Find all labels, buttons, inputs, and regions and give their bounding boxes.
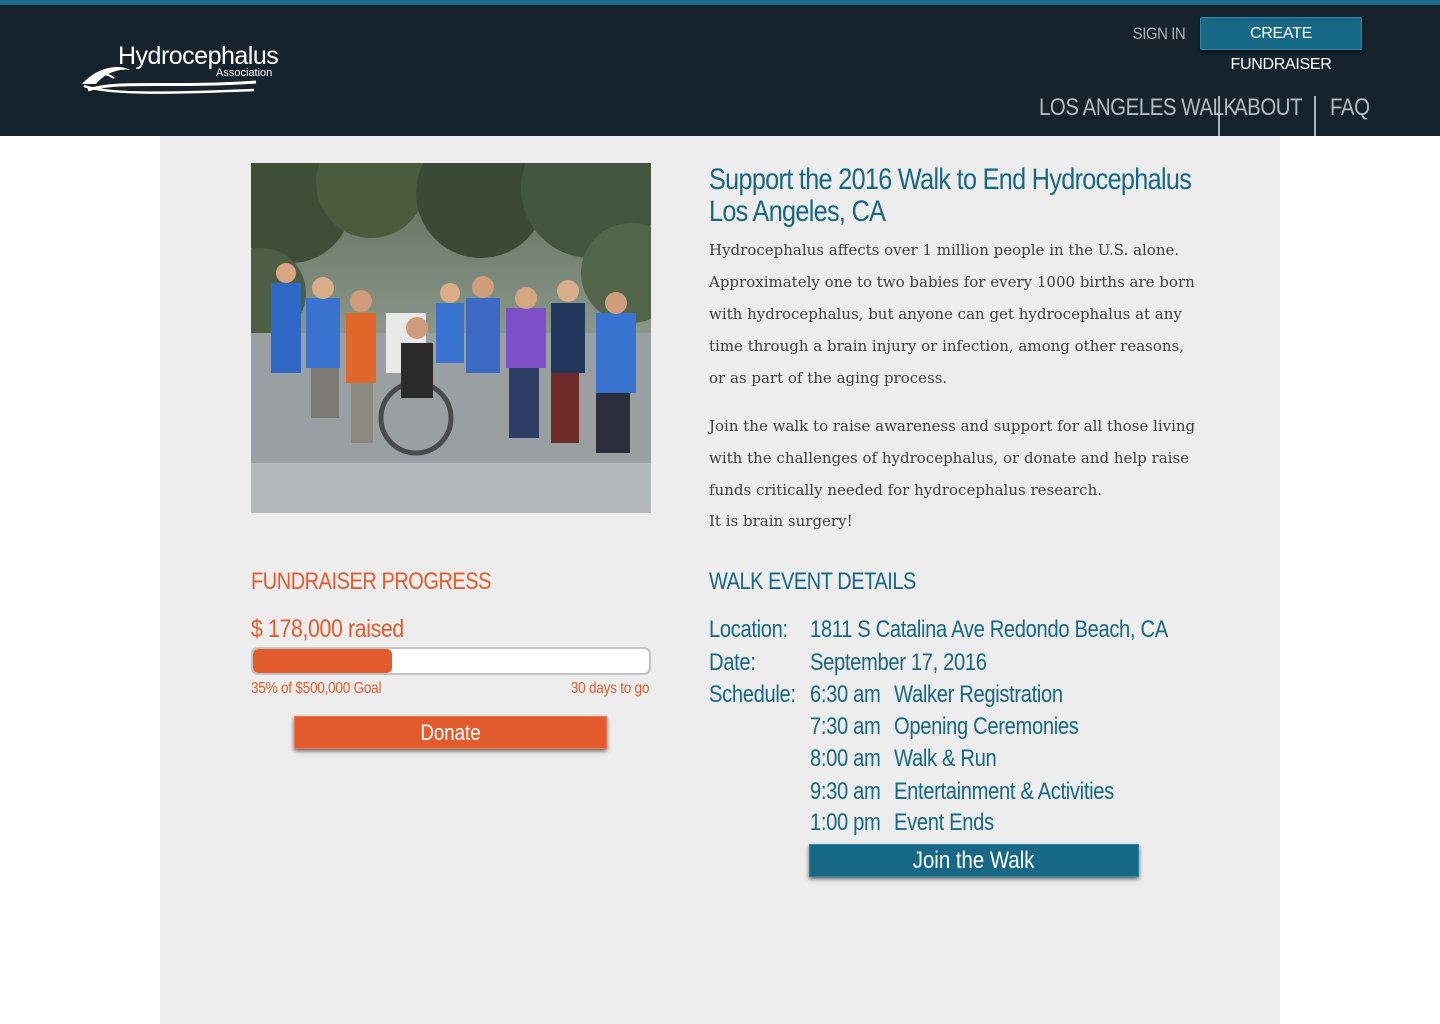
schedule-time: 1:00 pm [810,809,881,836]
headline-line: Los Angeles, CA [709,195,886,228]
schedule-time: 9:30 am [810,778,881,805]
schedule-time: 7:30 am [810,713,881,740]
fundraiser-progress-bar [251,647,651,675]
paragraph-line: Hydrocephalus affects over 1 million peo… [709,241,1180,259]
schedule-time: 6:30 am [810,681,881,708]
days-remaining: 30 days to go [570,680,650,697]
headline-line: Support the 2016 Walk to End Hydrocephal… [709,163,1192,196]
date-label: Date: [709,649,756,676]
paragraph-line: or as part of the aging process. [709,369,948,387]
nav-item-faq[interactable]: FAQ [1330,92,1377,136]
paragraph-line: Approximately one to two babies for ever… [709,273,1195,291]
location-label: Location: [709,616,788,643]
walk-event-details-heading: WALK EVENT DETAILS [709,568,916,595]
join-the-walk-button[interactable]: Join the Walk [809,844,1139,877]
create-fundraiser-button[interactable]: CREATE FUNDRAISER [1200,17,1362,73]
logo-subtitle: Association [216,67,273,79]
sign-in-link[interactable]: SIGN IN [1130,22,1188,46]
donate-button[interactable]: Donate [294,716,607,749]
fundraiser-progress-heading: FUNDRAISER PROGRESS [251,568,492,595]
paragraph-line: with the challenges of hydrocephalus, or… [709,449,1190,467]
nav-item-label: LOS ANGELES WALK [1039,94,1237,121]
location-value: 1811 S Catalina Ave Redondo Beach, CA [810,616,1168,643]
paragraph-line: with hydrocephalus, but anyone can get h… [709,305,1182,323]
paragraph-line: Join the walk to raise awareness and sup… [709,417,1196,435]
nav-divider [1314,96,1316,136]
paragraph-line: time through a brain injury or infection… [709,337,1185,355]
amount-raised: $ 178,000 raised [251,615,404,643]
site-header: Hydrocephalus Association SIGN IN CREATE… [0,0,1440,136]
intro-paragraph: Hydrocephalus affects over 1 million peo… [709,234,1199,394]
schedule-activity: Entertainment & Activities [894,778,1114,805]
nav-item-about[interactable]: ABOUT [1234,92,1314,136]
paragraph-line: funds critically needed for hydrocephalu… [709,481,1103,499]
call-to-action-paragraph: Join the walk to raise awareness and sup… [709,410,1199,536]
nav-item-label: FAQ [1330,94,1370,121]
schedule-time: 8:00 am [810,745,881,772]
paragraph-line: It is brain surgery! [709,512,853,530]
schedule-activity: Event Ends [894,809,994,836]
hydrocephalus-association-logo[interactable]: Hydrocephalus Association [78,40,284,96]
nav-item-label: ABOUT [1234,94,1303,121]
goal-text: 35% of $500,000 Goal [251,680,382,697]
schedule-activity: Walker Registration [894,681,1063,708]
schedule-activity: Opening Ceremonies [894,713,1079,740]
date-value: September 17, 2016 [810,649,987,676]
schedule-label: Schedule: [709,681,796,708]
page-headline: Support the 2016 Walk to End Hydrocephal… [709,164,1209,228]
progress-bar-fill [253,649,392,673]
schedule-activity: Walk & Run [894,745,997,772]
walk-participants-photo [251,163,651,513]
header-accent-stripe [0,0,1440,5]
nav-divider [1218,96,1220,136]
